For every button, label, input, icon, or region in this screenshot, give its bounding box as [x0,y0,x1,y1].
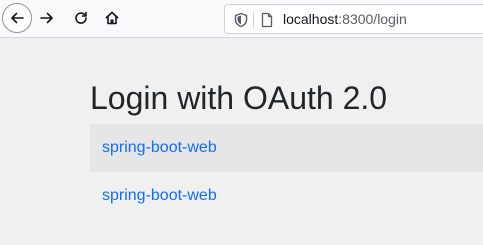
client-link-1[interactable]: spring-boot-web [102,139,217,157]
browser-toolbar: localhost:8300/login [0,0,483,38]
arrow-left-icon [9,10,25,26]
list-item: spring-boot-web [90,172,483,220]
list-item: spring-boot-web [90,124,483,172]
home-icon [104,10,120,26]
arrow-right-icon [39,10,55,26]
url-text[interactable]: localhost:8300/login [283,5,407,33]
back-button[interactable] [2,3,32,33]
url-divider [253,12,254,28]
address-bar[interactable]: localhost:8300/login [224,4,483,34]
reload-icon [73,10,89,26]
shield-icon[interactable] [233,12,249,28]
forward-button[interactable] [32,3,62,33]
client-link-2[interactable]: spring-boot-web [102,187,217,205]
url-host: localhost [283,11,339,27]
page-content: Login with OAuth 2.0 spring-boot-web spr… [0,38,483,245]
url-path: :8300/login [338,11,407,27]
home-button[interactable] [97,3,127,33]
client-list: spring-boot-web spring-boot-web [90,124,483,220]
page-title: Login with OAuth 2.0 [90,80,388,116]
page-icon[interactable] [259,12,275,28]
reload-button[interactable] [66,3,96,33]
